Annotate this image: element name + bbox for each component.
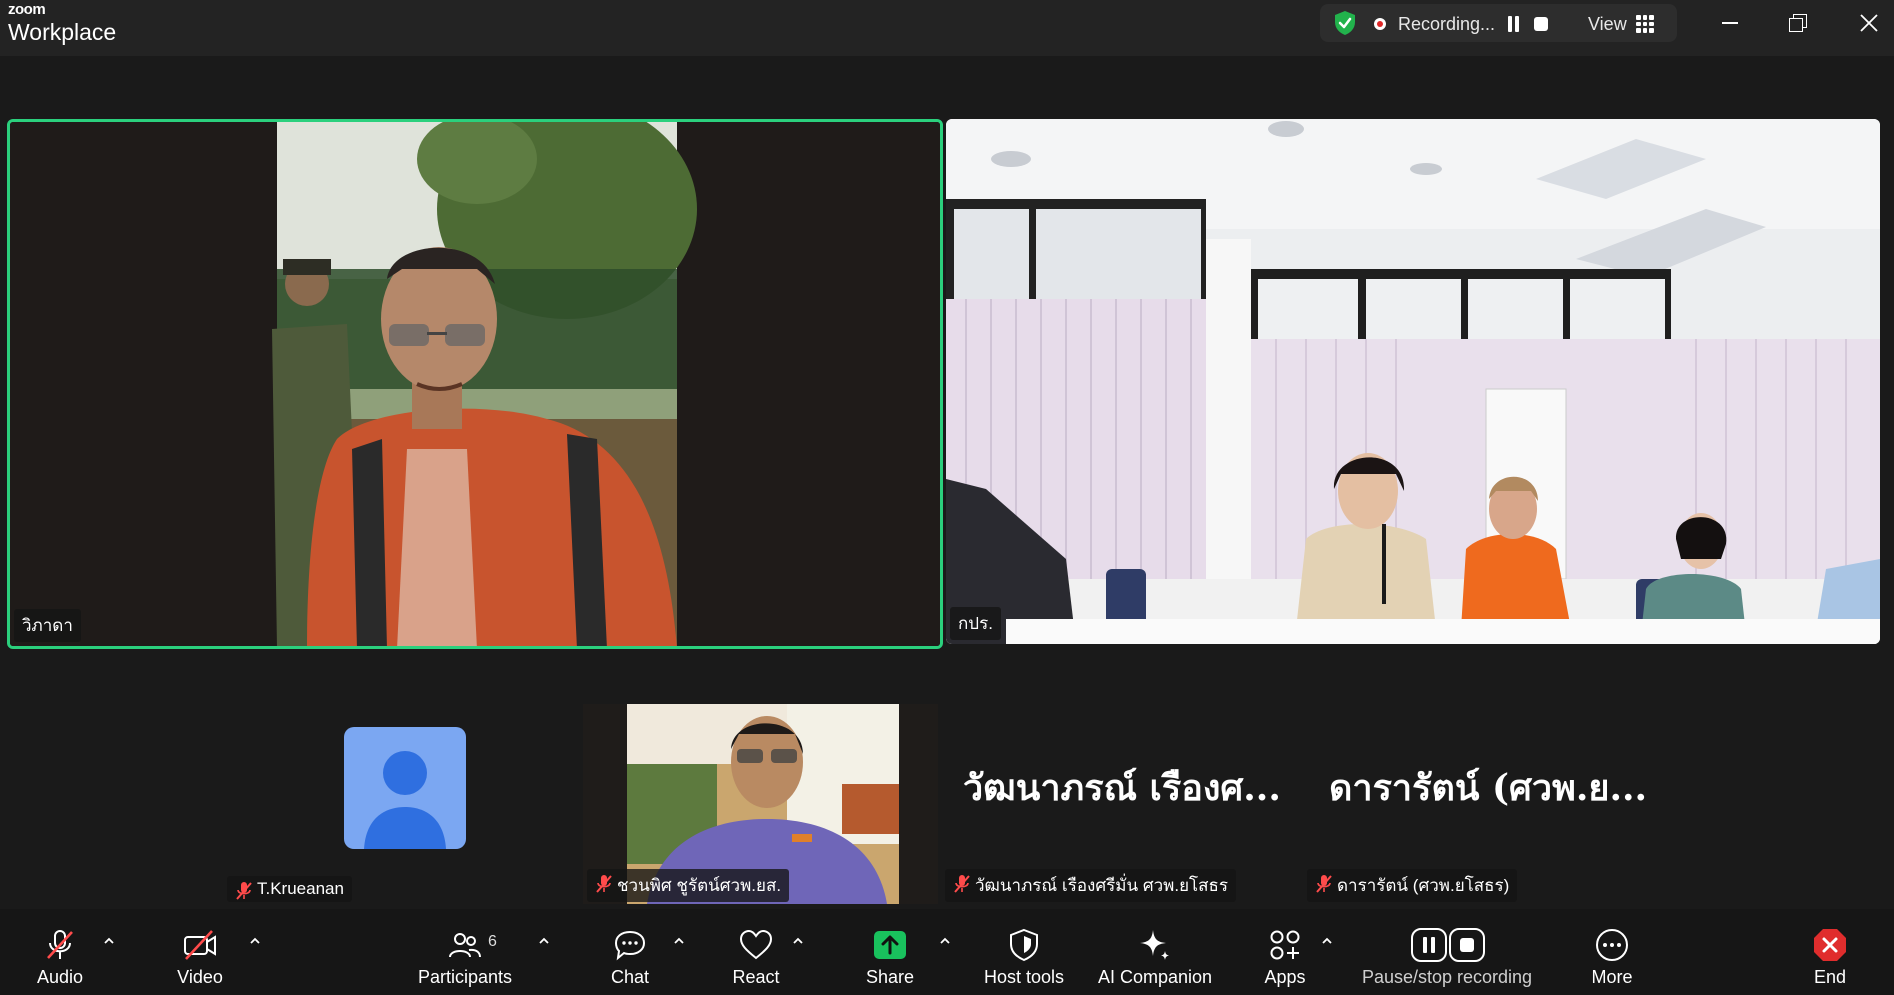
share-screen-icon [874, 931, 906, 959]
default-avatar-icon [344, 727, 466, 849]
heart-icon [739, 929, 773, 960]
video-options-caret-icon[interactable] [248, 935, 262, 947]
pause-recording-icon[interactable] [1506, 16, 1520, 32]
host-tools-button[interactable]: Host tools [972, 909, 1076, 995]
mic-muted-icon [236, 882, 252, 900]
sparkle-icon [1140, 930, 1169, 960]
host-tools-label: Host tools [983, 967, 1065, 987]
video-label: Video [177, 967, 223, 987]
participant-name-label: T.Krueanan [227, 876, 352, 902]
encryption-shield-icon[interactable] [1332, 10, 1358, 36]
react-options-caret-icon[interactable] [791, 935, 805, 947]
zoom-logo: zoom Workplace [8, 2, 116, 46]
audio-label: Audio [36, 967, 84, 987]
meeting-status-pill: Recording... View [1320, 4, 1677, 42]
mic-muted-icon [954, 875, 970, 893]
video-tile-active-speaker[interactable]: วิภาดา [7, 119, 943, 649]
participants-options-caret-icon[interactable] [537, 935, 551, 947]
participant-name-text: วัฒนาภรณ์ เรืองศรีมั่น ศวพ.ยโสธร [975, 876, 1229, 895]
react-label: React [732, 967, 780, 987]
end-meeting-button[interactable]: End [1790, 909, 1870, 995]
audio-options-caret-icon[interactable] [102, 935, 116, 947]
chat-label: Chat [610, 967, 650, 987]
shield-icon [1010, 928, 1038, 962]
more-icon [1596, 929, 1628, 961]
apps-options-caret-icon[interactable] [1320, 935, 1334, 947]
close-window-button[interactable] [1856, 10, 1882, 36]
ai-companion-button[interactable]: AI Companion [1090, 909, 1220, 995]
video-tile-no-video[interactable]: วัฒนาภรณ์ เรืองศ... วัฒนาภรณ์ เรืองศรีมั… [945, 704, 1310, 904]
pause-stop-label: Pause/stop recording [1361, 967, 1533, 987]
share-label: Share [865, 967, 915, 987]
participant-video-outdoor [10, 122, 940, 646]
recording-dot-icon [1374, 18, 1386, 30]
participant-name-text: ดารารัตน์ (ศวพ.ยโสธร) [1337, 876, 1510, 895]
minimize-button[interactable] [1718, 10, 1744, 36]
brand-workplace-text: Workplace [8, 19, 117, 45]
participant-name-label: วัฒนาภรณ์ เรืองศรีมั่น ศวพ.ยโสธร [945, 869, 1237, 902]
recording-status: Recording... [1398, 14, 1496, 34]
pause-stop-icon [1411, 928, 1485, 962]
participant-name-text: ชวนพิศ ชูรัตน์ศวพ.ยส. [617, 876, 782, 895]
video-tile-participant[interactable]: ชวนพิศ ชูรัตน์ศวพ.ยส. [583, 704, 938, 904]
apps-button[interactable]: Apps [1245, 909, 1325, 995]
chat-button[interactable]: Chat [590, 909, 670, 995]
audio-button[interactable]: Audio [20, 909, 100, 995]
apps-label: Apps [1264, 967, 1306, 987]
chat-icon [614, 930, 646, 961]
participant-display-name: วัฒนาภรณ์ เรืองศ... [963, 767, 1281, 809]
participant-name-text: T.Krueanan [257, 879, 344, 898]
participant-name-label: ดารารัตน์ (ศวพ.ยโสธร) [1307, 869, 1518, 902]
view-button[interactable]: View [1588, 14, 1627, 35]
meeting-toolbar: Audio Video 6 Participants Chat React Sh… [0, 909, 1894, 995]
end-icon [1814, 929, 1846, 961]
participant-name-label: กปร. [950, 607, 1001, 640]
more-label: More [1591, 967, 1633, 987]
more-button[interactable]: More [1572, 909, 1652, 995]
participant-video-room [946, 119, 1880, 644]
video-off-icon [184, 930, 216, 960]
participants-label: Participants [417, 967, 513, 987]
share-button[interactable]: Share [850, 909, 930, 995]
mic-muted-icon [47, 930, 73, 959]
apps-icon [1270, 930, 1300, 960]
view-grid-icon[interactable] [1636, 15, 1654, 33]
brand-zoom-text: zoom [8, 1, 46, 18]
ai-companion-label: AI Companion [1097, 967, 1213, 987]
chat-options-caret-icon[interactable] [672, 935, 686, 947]
video-tile-no-video[interactable]: ดารารัตน์ (ศวพ.ย... ดารารัตน์ (ศวพ.ยโสธร… [1305, 704, 1680, 904]
participant-name-label: วิภาดา [14, 609, 81, 642]
mic-muted-icon [1316, 875, 1332, 893]
end-label: End [1813, 967, 1847, 987]
participants-button[interactable]: 6 Participants [405, 909, 525, 995]
share-options-caret-icon[interactable] [938, 935, 952, 947]
title-bar: zoom Workplace Recording... View [0, 0, 1894, 56]
video-tile-no-video[interactable]: T.Krueanan [203, 704, 603, 904]
pause-stop-recording-button[interactable]: Pause/stop recording [1352, 909, 1542, 995]
video-gallery: วิภาดา กปร. T.Krueanan ชวนพิศ ชูรัตน์ศวพ… [0, 56, 1894, 909]
mic-muted-icon [596, 875, 612, 893]
video-button[interactable]: Video [160, 909, 240, 995]
participants-count: 6 [488, 933, 497, 950]
stop-recording-icon[interactable] [1534, 17, 1548, 31]
video-tile-conference-room[interactable]: กปร. [946, 119, 1880, 644]
restore-button[interactable] [1786, 10, 1812, 36]
react-button[interactable]: React [716, 909, 796, 995]
participant-name-label: ชวนพิศ ชูรัตน์ศวพ.ยส. [587, 869, 790, 902]
participants-icon [449, 933, 481, 958]
participant-display-name: ดารารัตน์ (ศวพ.ย... [1329, 767, 1648, 809]
